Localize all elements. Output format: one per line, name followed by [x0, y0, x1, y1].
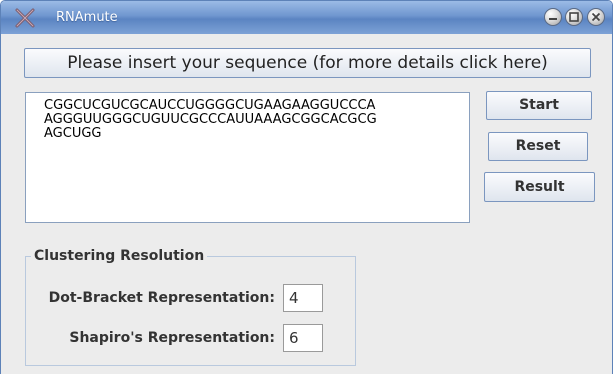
maximize-button[interactable] — [565, 8, 583, 26]
sequence-line: AGCUGG — [44, 126, 102, 141]
close-button[interactable] — [587, 8, 605, 26]
start-button[interactable]: Start — [486, 91, 592, 120]
sequence-input[interactable]: CGGCUCGUCGCAUCCUGGGGCUGAAGAAGGUCCCA AGGG… — [25, 92, 470, 223]
dot-bracket-field[interactable]: 4 — [283, 284, 323, 312]
app-window: RNAmute Please insert your sequence (for… — [0, 0, 613, 376]
app-icon — [14, 7, 36, 29]
result-button[interactable]: Result — [484, 172, 595, 202]
maximize-icon — [569, 12, 579, 22]
close-icon — [591, 12, 601, 22]
title-bar[interactable]: RNAmute — [1, 1, 612, 34]
dot-bracket-label: Dot-Bracket Representation: — [48, 290, 275, 306]
minimize-icon — [549, 18, 557, 20]
main-panel: Please insert your sequence (for more de… — [1, 34, 612, 375]
window-title: RNAmute — [56, 10, 118, 25]
sequence-line: AGGGUUGGGCUGUUCGCCCAUUAAAGCGGCACGCG — [44, 112, 377, 127]
reset-button[interactable]: Reset — [488, 132, 588, 161]
clustering-title: Clustering Resolution — [31, 248, 208, 264]
minimize-button[interactable] — [544, 8, 562, 26]
sequence-line: CGGCUCGUCGCAUCCUGGGGCUGAAGAAGGUCCCA — [44, 98, 376, 113]
insert-sequence-button[interactable]: Please insert your sequence (for more de… — [24, 48, 591, 78]
shapiro-field[interactable]: 6 — [283, 324, 323, 352]
shapiro-label: Shapiro's Representation: — [69, 330, 275, 346]
